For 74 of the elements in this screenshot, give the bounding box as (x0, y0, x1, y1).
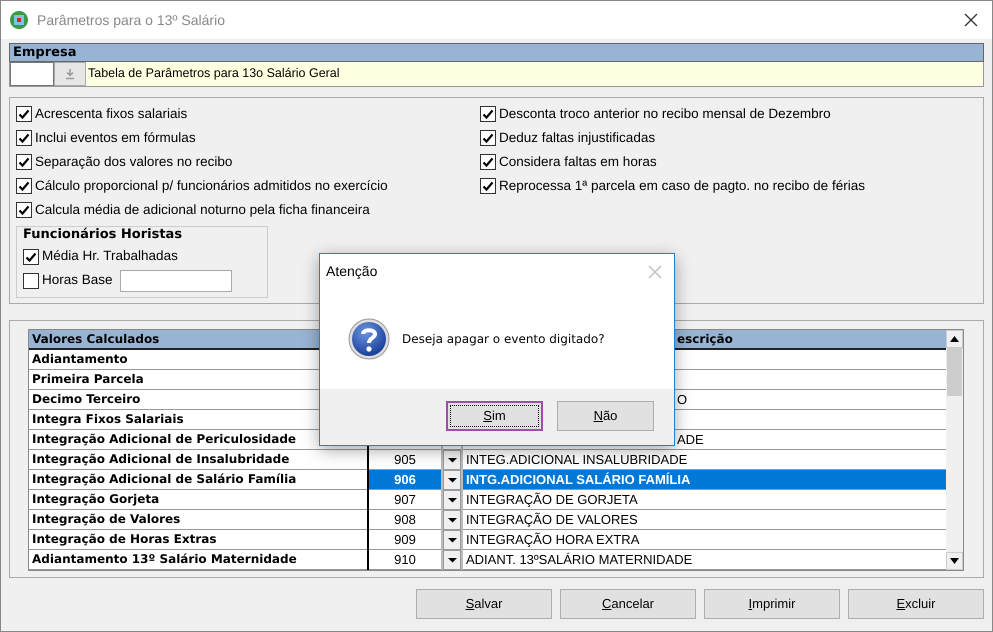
checkbox-label: Horas Base (42, 271, 113, 290)
table-cell[interactable]: INTEGRAÇÃO DE GORJETA (463, 490, 946, 510)
caret-icon (448, 477, 456, 483)
download-icon (64, 68, 76, 80)
checkbox-label: Reprocessa 1ª parcela em caso de pagto. no recibo de férias (499, 176, 865, 195)
row-name[interactable]: Integração de Horas Extras (29, 530, 367, 550)
row-name[interactable]: Integração Adicional de Insalubridade (29, 450, 367, 470)
table-cell[interactable]: 907 (369, 490, 441, 510)
dialog-message: Deseja apagar o evento digitado? (402, 330, 605, 348)
table-cell[interactable]: 908 (369, 510, 441, 530)
action-button[interactable]: Imprimir (704, 589, 840, 619)
action-button[interactable]: Salvar (416, 589, 552, 619)
dropdown-button[interactable] (443, 510, 461, 530)
table-cell[interactable]: INTEGRAÇÃO DE VALORES (463, 510, 946, 530)
table-cell[interactable]: ADIANT. 13ºSALÁRIO MATERNIDADE (463, 550, 946, 570)
question-icon (348, 318, 390, 360)
row-name[interactable]: Integração Gorjeta (29, 490, 367, 510)
table-cell[interactable]: 909 (369, 530, 441, 550)
hours-field[interactable] (120, 270, 232, 292)
row-name[interactable]: Integração Adicional de Salário Família (29, 470, 367, 490)
checkbox[interactable] (23, 248, 39, 264)
dropdown-button[interactable] (443, 550, 461, 570)
row-name[interactable]: Adiantamento 13º Salário Maternidade (29, 550, 367, 570)
group-title: Funcionários Horistas (23, 226, 184, 244)
checkbox-label: Média Hr. Trabalhadas (42, 247, 178, 266)
action-button[interactable]: Cancelar (560, 589, 696, 619)
checkbox-label: Cálculo proporcional p/ funcionários admitidos no exercício (35, 176, 388, 195)
checkbox-label: Desconta troco anterior no recibo mensal de Dezembro (499, 104, 831, 123)
action-button[interactable]: Excluir (848, 589, 984, 619)
caret-icon (448, 517, 456, 523)
window-title: Parâmetros para o 13º Salário (37, 10, 225, 30)
dialog-button[interactable]: Sim (446, 401, 543, 431)
column-header: escrição (677, 332, 733, 346)
scroll-thumb[interactable] (947, 348, 962, 396)
checkbox[interactable] (16, 106, 32, 122)
section-header: Empresa (9, 43, 984, 62)
checkbox[interactable] (480, 106, 496, 122)
caret-icon (448, 537, 456, 543)
checkbox-label: Calcula média de adicional noturno pela ficha financeira (35, 200, 370, 219)
checkbox[interactable] (480, 178, 496, 194)
dialog-title: Atenção (326, 262, 378, 281)
checkbox-label: Deduz faltas injustificadas (499, 128, 656, 147)
code-field[interactable] (10, 62, 54, 86)
checkbox[interactable] (16, 202, 32, 218)
row-name[interactable]: Integração de Valores (29, 510, 367, 530)
dropdown-button[interactable] (443, 490, 461, 510)
table-cell[interactable]: INTG.ADICIONAL SALÁRIO FAMÍLIA (463, 470, 946, 490)
table-cell[interactable]: 905 (369, 450, 441, 470)
scrollbar[interactable] (946, 330, 963, 570)
dropdown-button[interactable] (443, 470, 461, 490)
caret-icon (448, 497, 456, 503)
scroll-up-icon[interactable] (946, 330, 963, 348)
table-cell[interactable]: INTEG.ADICIONAL INSALUBRIDADE (463, 450, 946, 470)
dropdown-button[interactable] (443, 450, 461, 470)
dialog-button[interactable]: Não (557, 401, 654, 431)
checkbox-label: Considera faltas em horas (499, 152, 657, 171)
table-cell[interactable]: INTEGRAÇÃO HORA EXTRA (463, 530, 946, 550)
checkbox-label: Acrescenta fixos salariais (35, 104, 188, 123)
caret-icon (448, 557, 456, 563)
checkbox[interactable] (23, 272, 39, 288)
table-cell[interactable]: 910 (369, 550, 441, 570)
caret-icon (448, 457, 456, 463)
checkbox[interactable] (480, 154, 496, 170)
app-logo-icon (9, 10, 29, 30)
company-description: Tabela de Parâmetros para 13o Salário Geral (86, 62, 983, 86)
checkbox-label: Separação dos valores no recibo (35, 152, 232, 171)
checkbox[interactable] (16, 154, 32, 170)
dropdown-button[interactable] (443, 530, 461, 550)
scroll-down-icon[interactable] (946, 552, 963, 570)
checkbox[interactable] (16, 178, 32, 194)
checkbox[interactable] (480, 130, 496, 146)
checkbox-label: Inclui eventos em fórmulas (35, 128, 196, 147)
checkbox[interactable] (16, 130, 32, 146)
table-cell[interactable]: 906 (369, 470, 441, 490)
